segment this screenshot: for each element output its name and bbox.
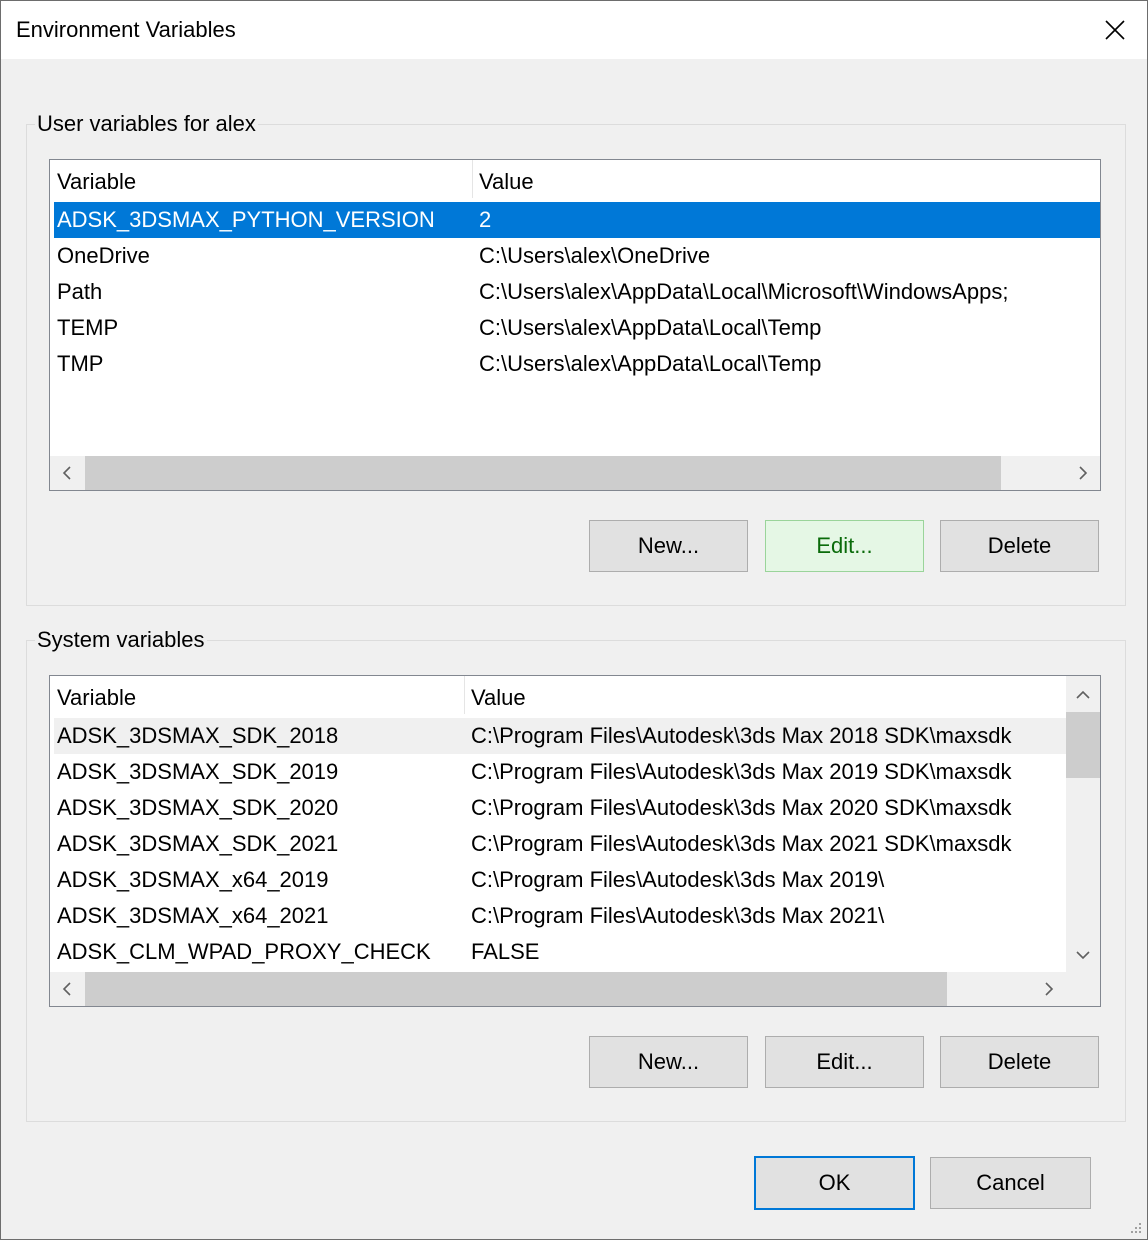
table-row[interactable]: ADSK_3DSMAX_SDK_2020 C:\Program Files\Au… [54,790,1066,826]
close-icon [1105,20,1125,40]
system-delete-button[interactable]: Delete [940,1036,1099,1088]
environment-variables-dialog: Environment Variables User variables for… [0,0,1148,1240]
column-header-value[interactable]: Value [471,685,526,711]
vertical-scrollbar[interactable] [1066,676,1100,972]
cell-variable: TEMP [57,315,119,340]
table-row[interactable]: TEMP C:\Users\alex\AppData\Local\Temp [54,310,1100,346]
table-row[interactable]: OneDrive C:\Users\alex\OneDrive [54,238,1100,274]
scrollbar-thumb[interactable] [85,972,947,1006]
system-variables-group: System variables Variable Value ADSK_3DS… [26,627,1126,1122]
chevron-down-icon [1076,951,1090,960]
list-header: Variable Value [50,160,1100,198]
scroll-right-button[interactable] [1032,972,1066,1006]
chevron-up-icon [1076,690,1090,699]
cell-value: C:\Program Files\Autodesk\3ds Max 2021 S… [471,831,1012,856]
chevron-left-icon [62,466,71,480]
cell-variable: ADSK_3DSMAX_x64_2019 [57,867,329,892]
list-header: Variable Value [50,676,1066,714]
table-row[interactable]: TMP C:\Users\alex\AppData\Local\Temp [54,346,1100,382]
table-row[interactable]: ADSK_3DSMAX_SDK_2019 C:\Program Files\Au… [54,754,1066,790]
scroll-right-button[interactable] [1066,456,1100,490]
table-row[interactable]: ADSK_3DSMAX_SDK_2018 C:\Program Files\Au… [54,718,1066,754]
table-row[interactable]: Path C:\Users\alex\AppData\Local\Microso… [54,274,1100,310]
scroll-up-button[interactable] [1066,678,1100,712]
chevron-left-icon [62,982,71,996]
column-header-value[interactable]: Value [479,169,534,195]
column-header-variable[interactable]: Variable [57,169,136,195]
cell-variable: ADSK_3DSMAX_PYTHON_VERSION [57,207,435,232]
system-variables-list[interactable]: Variable Value ADSK_3DSMAX_SDK_2018 C:\P… [49,675,1101,1007]
cell-value: FALSE [471,939,540,964]
scrollbar-thumb[interactable] [85,456,1001,490]
cell-variable: ADSK_3DSMAX_SDK_2018 [57,723,339,748]
user-variables-group: User variables for alex Variable Value A… [26,111,1126,606]
ok-button[interactable]: OK [754,1156,915,1210]
cell-value: C:\Users\alex\AppData\Local\Temp [479,351,822,376]
cell-variable: ADSK_CLM_WPAD_PROXY_CHECK [57,939,431,964]
cell-value: C:\Program Files\Autodesk\3ds Max 2020 S… [471,795,1012,820]
cell-value: C:\Program Files\Autodesk\3ds Max 2019 S… [471,759,1012,784]
cell-variable: ADSK_3DSMAX_SDK_2020 [57,795,339,820]
column-separator[interactable] [464,676,465,714]
horizontal-scrollbar[interactable] [50,972,1066,1006]
chevron-right-icon [1079,466,1088,480]
cell-value: C:\Program Files\Autodesk\3ds Max 2021\ [471,903,885,928]
scroll-down-button[interactable] [1066,938,1100,972]
cell-value: C:\Program Files\Autodesk\3ds Max 2019\ [471,867,885,892]
scrollbar-thumb[interactable] [1066,712,1100,778]
cell-value: C:\Users\alex\AppData\Local\Temp [479,315,822,340]
cell-value: 2 [479,207,492,232]
cell-variable: ADSK_3DSMAX_SDK_2021 [57,831,339,856]
resize-grip-icon[interactable] [1129,1221,1143,1235]
system-edit-button[interactable]: Edit... [765,1036,924,1088]
user-new-button[interactable]: New... [589,520,748,572]
chevron-right-icon [1045,982,1054,996]
user-variables-group-title: User variables for alex [35,111,258,137]
cell-value: C:\Users\alex\AppData\Local\Microsoft\Wi… [479,279,1009,304]
cell-variable: ADSK_3DSMAX_x64_2021 [57,903,329,928]
table-row[interactable]: ADSK_3DSMAX_SDK_2021 C:\Program Files\Au… [54,826,1066,862]
cell-value: C:\Program Files\Autodesk\3ds Max 2018 S… [471,723,1012,748]
scrollbar-corner [1066,972,1100,1006]
horizontal-scrollbar[interactable] [50,456,1100,490]
cell-value: C:\Users\alex\OneDrive [479,243,711,268]
cell-variable: OneDrive [57,243,150,268]
system-variables-group-title: System variables [35,627,207,653]
user-delete-button[interactable]: Delete [940,520,1099,572]
table-row[interactable]: ADSK_3DSMAX_x64_2019 C:\Program Files\Au… [54,862,1066,898]
column-separator[interactable] [472,160,473,198]
system-new-button[interactable]: New... [589,1036,748,1088]
scroll-left-button[interactable] [50,456,84,490]
cell-variable: Path [57,279,103,304]
title-bar: Environment Variables [1,1,1147,59]
scroll-left-button[interactable] [50,972,84,1006]
cell-variable: TMP [57,351,104,376]
cancel-button[interactable]: Cancel [930,1157,1091,1209]
table-row[interactable]: ADSK_3DSMAX_x64_2021 C:\Program Files\Au… [54,898,1066,934]
table-row[interactable]: ADSK_3DSMAX_PYTHON_VERSION 2 [54,202,1100,238]
user-edit-button[interactable]: Edit... [765,520,924,572]
user-variables-list[interactable]: Variable Value ADSK_3DSMAX_PYTHON_VERSIO… [49,159,1101,491]
cell-variable: ADSK_3DSMAX_SDK_2019 [57,759,339,784]
dialog-title: Environment Variables [16,17,236,42]
column-header-variable[interactable]: Variable [57,685,136,711]
table-row[interactable]: ADSK_CLM_WPAD_PROXY_CHECK FALSE [54,934,1066,970]
close-button[interactable] [1083,1,1147,59]
